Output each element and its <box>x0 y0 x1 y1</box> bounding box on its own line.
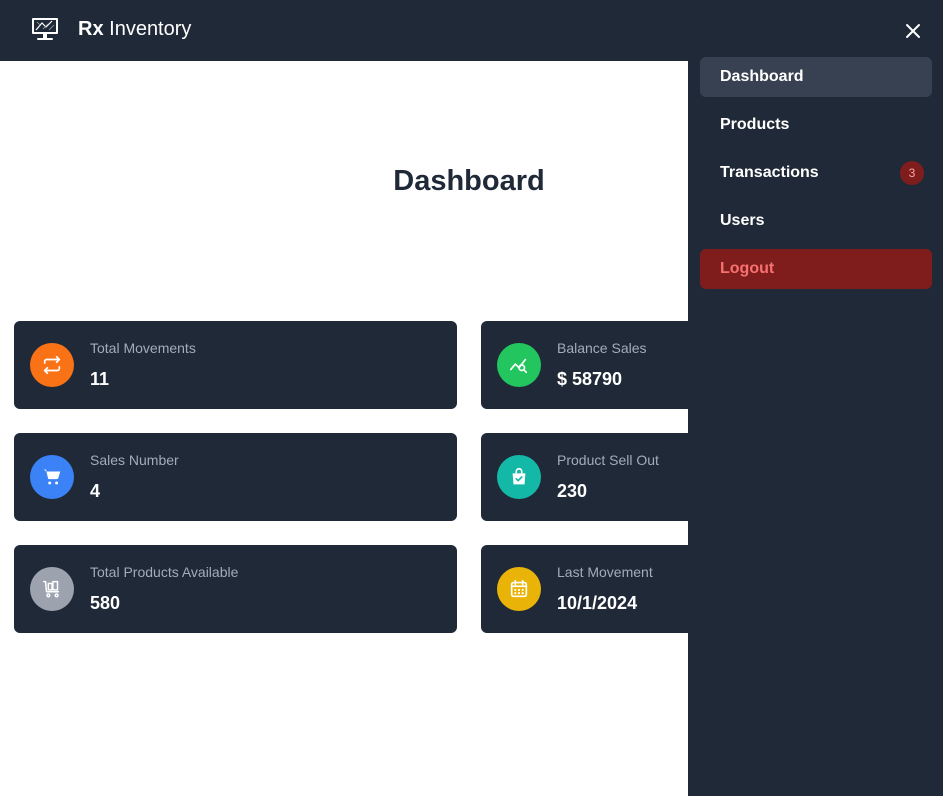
close-menu-button[interactable] <box>903 21 923 41</box>
stat-label: Product Sell Out <box>557 452 659 468</box>
cart-icon <box>30 455 74 499</box>
sidebar-item-dashboard[interactable]: Dashboard <box>700 57 932 97</box>
stat-card-last-movement: Last Movement 10/1/2024 <box>481 545 688 633</box>
app-title: Rx Inventory <box>78 18 191 41</box>
trolley-icon <box>30 567 74 611</box>
stat-value: 580 <box>90 593 121 613</box>
stat-card-total-products: Total Products Available 580 <box>14 545 457 633</box>
stat-card-total-movements: Total Movements 11 <box>14 321 457 409</box>
sidebar-item-label: Products <box>720 116 790 133</box>
stat-value: 10/1/2024 <box>557 593 638 613</box>
transactions-count-badge: 3 <box>900 161 924 185</box>
stat-label: Sales Number <box>90 452 179 468</box>
sidebar-item-users[interactable]: Users <box>700 201 932 241</box>
sidebar-item-products[interactable]: Products <box>700 105 932 145</box>
main-content: Dashboard Total Movements 11 Balance Sal… <box>0 61 688 796</box>
stat-value: 4 <box>90 481 101 501</box>
brand[interactable]: Rx Inventory <box>30 16 191 42</box>
sidebar-menu: Dashboard Products Transactions 3 Users … <box>688 57 943 796</box>
page-title: Dashboard <box>393 165 545 197</box>
shopping-bag-check-icon <box>497 455 541 499</box>
chart-search-icon <box>497 343 541 387</box>
stat-value: 230 <box>557 481 588 501</box>
sidebar-item-label: Transactions <box>720 164 819 181</box>
monitor-logo-icon <box>30 16 60 42</box>
sidebar-item-label: Logout <box>720 260 775 277</box>
stat-card-sales-number: Sales Number 4 <box>14 433 457 521</box>
stat-value: 11 <box>90 369 110 389</box>
stat-label: Balance Sales <box>557 340 647 356</box>
stat-value: $ 58790 <box>557 369 623 389</box>
stat-label: Last Movement <box>557 564 653 580</box>
sidebar-item-label: Dashboard <box>720 68 804 85</box>
sidebar-item-label: Users <box>720 212 765 229</box>
stat-card-product-sell-out: Product Sell Out 230 <box>481 433 688 521</box>
calendar-icon <box>497 567 541 611</box>
stat-label: Total Products Available <box>90 564 239 580</box>
stat-label: Total Movements <box>90 340 196 356</box>
arrows-exchange-icon <box>30 343 74 387</box>
sidebar-item-transactions[interactable]: Transactions 3 <box>700 153 932 193</box>
app-title-rest: Inventory <box>103 17 192 40</box>
close-icon <box>906 24 920 38</box>
app-title-bold: Rx <box>78 17 104 40</box>
stat-card-balance-sales: Balance Sales $ 58790 <box>481 321 688 409</box>
top-bar: Rx Inventory <box>0 0 943 61</box>
logout-button[interactable]: Logout <box>700 249 932 289</box>
